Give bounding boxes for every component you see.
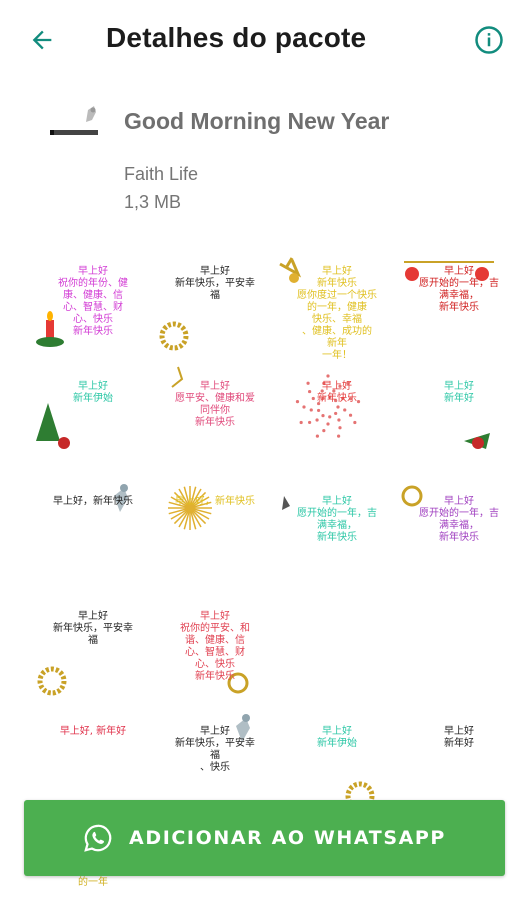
pack-tray-icon — [44, 104, 108, 152]
sticker-item[interactable]: 早上好 愿开始的一年，吉 满幸福， 新年快乐 — [394, 478, 504, 588]
whatsapp-icon — [84, 824, 112, 852]
sticker-item[interactable] — [394, 593, 504, 703]
sticker-item[interactable]: 早上好 新年好 — [394, 363, 504, 473]
sticker-decoration-icon — [168, 486, 212, 530]
sticker-decoration-icon — [114, 484, 128, 512]
pack-size: 1,3 MB — [124, 192, 182, 212]
sticker-item[interactable]: 早上好 祝你的年份、健 康、健康、信 心、智慧、财 心、快乐 新年快乐 — [28, 248, 138, 358]
sticker-item[interactable]: 早上好，新年快乐 — [28, 478, 138, 588]
app-bar: Detalhes do pacote — [0, 0, 527, 80]
pack-author: Faith Life — [124, 164, 199, 184]
page-title: Detalhes do pacote — [106, 22, 367, 53]
arrow-left-icon — [32, 30, 52, 50]
sticker-text: 早上好 愿平安、健康和爱 同伴你 新年快乐 — [175, 381, 255, 428]
sticker-item[interactable]: 早上好 祝你的平安、和 谐、健康、信 心、智慧、财 心、快乐 新年快乐 — [150, 593, 260, 703]
info-button[interactable] — [469, 20, 509, 60]
sticker-text: 早上好 愿开始的一年，吉 满幸福， 新年快乐 — [297, 496, 377, 543]
sticker-text: 早上好 新年伊始 — [317, 726, 357, 749]
sticker-text: 早上好, 新年好 — [59, 726, 127, 737]
sticker-item[interactable] — [272, 593, 382, 703]
back-button[interactable] — [22, 20, 62, 60]
sticker-text: 早上好 祝你的平安、和 谐、健康、信 心、智慧、财 心、快乐 新年快乐 — [180, 611, 250, 682]
sticker-text: 早上好 新年好 — [444, 726, 474, 749]
sticker-item[interactable]: 早上好 新年快乐 — [272, 363, 382, 473]
sticker-text: 早上好 新年快乐 愿你度过一个快乐 的一年，健康 快乐、幸福 、健康、成功的 新… — [297, 266, 377, 361]
sticker-decoration-icon — [295, 374, 361, 438]
sticker-text: 早上好 新年好 — [444, 381, 474, 404]
sticker-item[interactable]: 早上好 愿开始的一年，吉 满幸福， 新年快乐 — [272, 478, 382, 588]
sticker-text: 早上好 愿开始的一年，吉 满幸福， 新年快乐 — [419, 496, 499, 543]
sticker-decoration-icon — [37, 666, 67, 696]
sticker-item[interactable]: 早上好 新年快乐，平安幸 福 — [150, 248, 260, 358]
sticker-text: 早上好，新年快乐 — [175, 496, 255, 507]
sticker-text: 早上好 新年快乐 — [317, 381, 357, 404]
info-icon — [475, 26, 503, 54]
pack-name: Good Morning New Year — [124, 108, 390, 134]
sticker-decoration-icon — [36, 403, 70, 449]
sticker-decoration-icon — [464, 433, 490, 449]
sticker-item[interactable]: 早上好 新年快乐，平安幸 福 — [28, 593, 138, 703]
sticker-text: 早上好 新年伊始 — [73, 381, 113, 404]
sticker-grid: 早上好 祝你的年份、健 康、健康、信 心、智慧、财 心、快乐 新年快乐早上好 新… — [22, 248, 512, 888]
sticker-text: 早上好 愿开始的一年，吉 满幸福， 新年快乐 — [419, 266, 499, 313]
sticker-text: 早上好，新年快乐 — [53, 496, 133, 507]
sticker-item[interactable]: 早上好 愿开始的一年，吉 满幸福， 新年快乐 — [394, 248, 504, 358]
sticker-text: 早上好 新年快乐，平安幸 福 — [175, 266, 255, 301]
sticker-item[interactable]: 早上好 愿平安、健康和爱 同伴你 新年快乐 — [150, 363, 260, 473]
sticker-item[interactable]: 早上好 新年伊始 — [28, 363, 138, 473]
sticker-text: 早上好 新年快乐，平安幸 福 、快乐 — [175, 726, 255, 773]
sticker-text: 早上好 祝你的年份、健 康、健康、信 心、智慧、财 心、快乐 新年快乐 — [58, 266, 128, 337]
sticker-item[interactable]: 早上好 新年快乐 愿你度过一个快乐 的一年，健康 快乐、幸福 、健康、成功的 新… — [272, 248, 382, 361]
sticker-text: 早上好 新年快乐，平安幸 福 — [53, 611, 133, 646]
sticker-item[interactable]: 早上好，新年快乐 — [150, 478, 260, 588]
sticker-decoration-icon — [272, 593, 382, 703]
add-to-whatsapp-button[interactable]: ADICIONAR AO WHATSAPP — [24, 800, 505, 876]
sticker-decoration-icon — [394, 593, 504, 703]
sticker-decoration-icon — [159, 321, 189, 351]
add-button-label: ADICIONAR AO WHATSAPP — [129, 827, 446, 849]
